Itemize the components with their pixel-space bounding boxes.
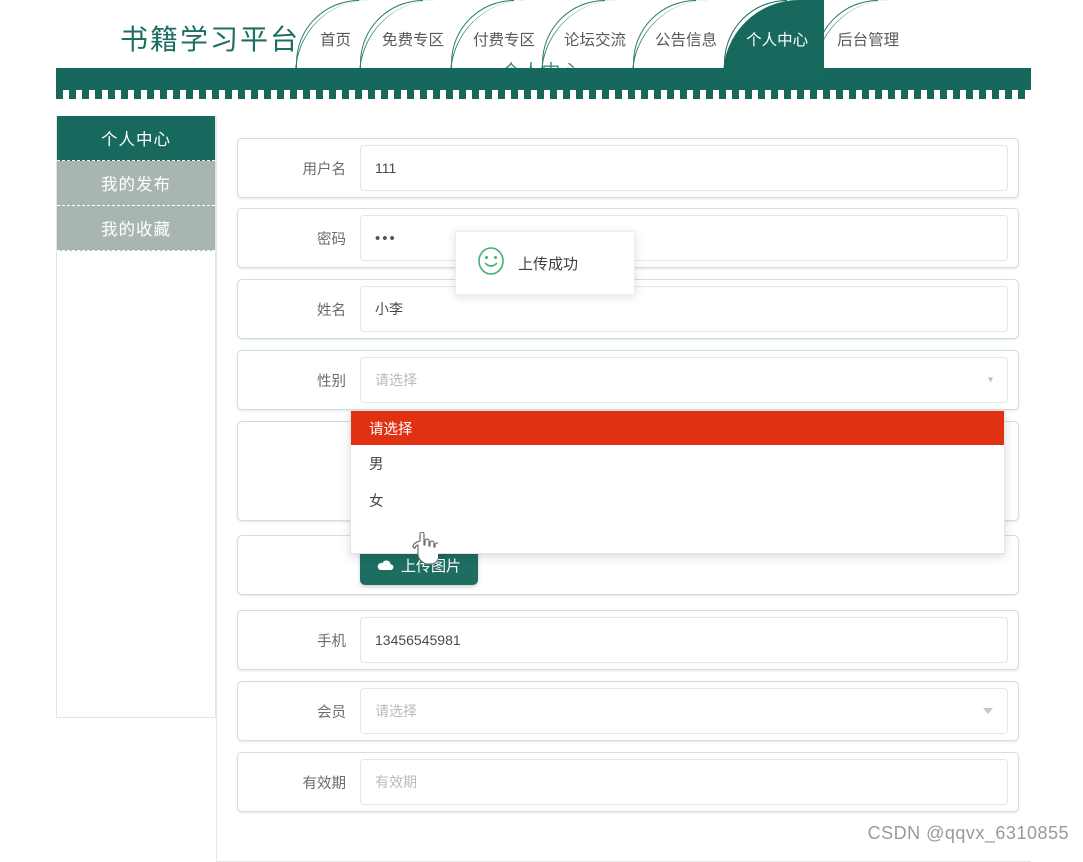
form-row-valid-period: 有效期 有效期 (237, 752, 1019, 812)
smiley-face-icon (476, 246, 506, 281)
upload-image-label: 上传图片 (401, 555, 461, 576)
field-label-gender: 性别 (238, 370, 360, 391)
password-value: ••• (375, 230, 397, 247)
gender-select[interactable]: 请选择 ▾ (360, 357, 1008, 403)
sidebar-item-label: 我的收藏 (101, 216, 171, 240)
toast-message: 上传成功 (518, 253, 578, 274)
dropdown-option-label: 女 (369, 490, 384, 511)
sidebar: 个人中心 我的发布 我的收藏 (56, 116, 216, 718)
nav-tab-label: 免费专区 (376, 28, 444, 50)
nav-tab-label: 个人中心 (740, 28, 808, 50)
chevron-down-icon: ▾ (988, 375, 993, 386)
form-row-phone: 手机 13456545981 (237, 610, 1019, 670)
membership-select[interactable]: 请选择 (360, 688, 1008, 734)
watermark: CSDN @qqvx_6310855 (868, 823, 1069, 844)
nav-tab-label: 付费专区 (467, 28, 535, 50)
dropdown-option-label: 男 (369, 453, 384, 474)
upload-success-toast: 上传成功 (455, 231, 635, 295)
gender-placeholder: 请选择 (375, 370, 417, 390)
nav-tab-label: 首页 (314, 28, 351, 50)
dropdown-option-male[interactable]: 男 (351, 445, 1004, 482)
nav-tab-personal-center[interactable]: 个人中心 (723, 0, 824, 78)
sidebar-item-label: 我的发布 (101, 171, 171, 195)
form-row-gender: 性别 请选择 ▾ (237, 350, 1019, 410)
field-label-username: 用户名 (238, 158, 360, 179)
nav-tab-label: 公告信息 (649, 28, 717, 50)
phone-input[interactable]: 13456545981 (360, 617, 1008, 663)
nav-tab-label: 后台管理 (831, 28, 899, 50)
dropdown-option-female[interactable]: 女 (351, 482, 1004, 519)
membership-placeholder: 请选择 (375, 701, 417, 721)
realname-value: 小李 (375, 299, 403, 319)
valid-period-input[interactable]: 有效期 (360, 759, 1008, 805)
field-label-membership: 会员 (238, 701, 360, 722)
form-row-username: 用户名 111 (237, 138, 1019, 198)
cloud-upload-icon (377, 559, 394, 572)
field-label-password: 密码 (238, 228, 360, 249)
username-value: 111 (375, 160, 396, 176)
phone-value: 13456545981 (375, 632, 461, 648)
title-bar (56, 68, 1031, 90)
site-brand: 书籍学习平台 (120, 18, 300, 58)
sidebar-item-my-favorites[interactable]: 我的收藏 (57, 206, 215, 251)
chevron-down-icon (983, 708, 993, 714)
sidebar-item-personal-center[interactable]: 个人中心 (57, 116, 215, 161)
valid-period-placeholder: 有效期 (375, 772, 417, 792)
title-bar-teeth (56, 90, 1031, 99)
sidebar-item-my-posts[interactable]: 我的发布 (57, 161, 215, 206)
form-row-membership: 会员 请选择 (237, 681, 1019, 741)
dropdown-option-please-select[interactable]: 请选择 (351, 411, 1004, 445)
field-label-phone: 手机 (238, 630, 360, 651)
field-label-valid-period: 有效期 (238, 772, 360, 793)
dropdown-filler (351, 519, 1004, 547)
dropdown-option-label: 请选择 (369, 418, 413, 439)
username-input[interactable]: 111 (360, 145, 1008, 191)
gender-dropdown-menu: 请选择 男 女 (350, 410, 1005, 554)
sidebar-item-label: 个人中心 (101, 126, 171, 150)
nav-tab-label: 论坛交流 (558, 28, 626, 50)
field-label-realname: 姓名 (238, 299, 360, 320)
page-root: 书籍学习平台 首页 免费专区 付费专区 论坛交流 公告信息 个人中心 后台管理 (0, 0, 1083, 862)
